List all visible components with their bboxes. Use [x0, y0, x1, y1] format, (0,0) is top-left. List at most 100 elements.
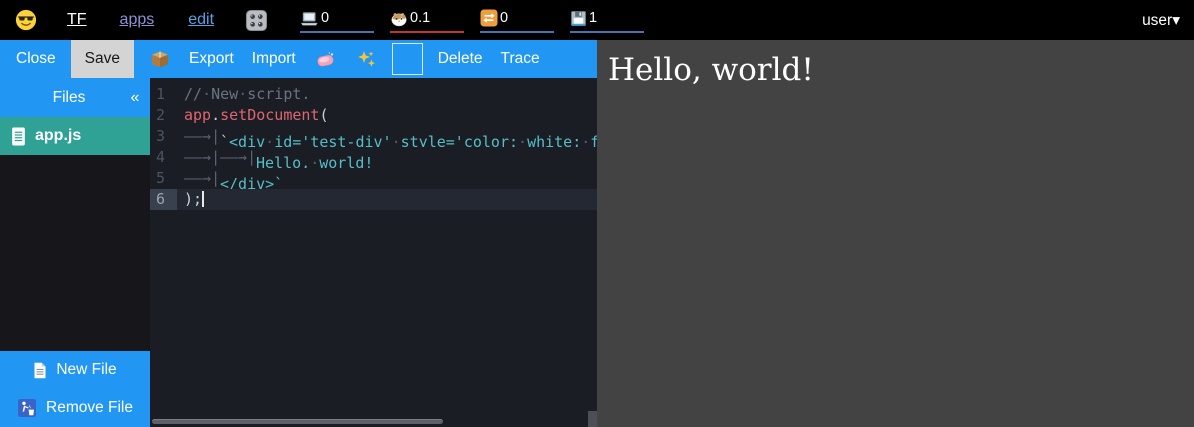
delete-button[interactable]: Delete — [435, 40, 486, 78]
code-line[interactable]: 3——→|`<div·id='test-div'·style='color:·w… — [150, 126, 597, 147]
nav-link-edit[interactable]: edit — [188, 11, 214, 29]
code-line[interactable]: 5——→|</div>` — [150, 168, 597, 189]
hamster-icon — [390, 10, 408, 27]
code-token: <div — [229, 133, 265, 147]
stat-value-repeat: 0 — [500, 10, 508, 26]
file-name: app.js — [35, 127, 81, 145]
new-file-label: New File — [56, 361, 116, 379]
files-title: Files — [18, 89, 120, 107]
code-token: · — [581, 133, 590, 147]
collapse-sidebar-button[interactable]: « — [120, 89, 150, 107]
soap-icon-button[interactable] — [311, 40, 340, 78]
file-item-appjs[interactable]: app.js — [0, 117, 150, 155]
code-token: · — [518, 133, 527, 147]
litter-bin-icon — [17, 398, 37, 418]
code-token: script. — [247, 85, 310, 103]
empty-toolbar-button[interactable] — [392, 43, 423, 75]
code-text: ——→|`<div·id='test-div'·style='color:·wh… — [177, 126, 597, 147]
horizontal-scrollbar[interactable] — [152, 419, 443, 424]
code-editor[interactable]: 1//·New·script.2app.setDocument(3——→|`<d… — [150, 78, 597, 427]
code-token: · — [392, 133, 401, 147]
code-token: New — [211, 85, 238, 103]
files-header: Files « — [0, 78, 150, 117]
stat-value-laptop: 0 — [321, 10, 329, 26]
code-token: ——→| — [184, 168, 220, 189]
stat-value-hamster: 0.1 — [410, 10, 430, 26]
new-file-button[interactable]: New File — [0, 351, 150, 389]
code-token: // — [184, 85, 202, 103]
stat-value-floppy: 1 — [589, 10, 597, 26]
new-file-icon — [33, 362, 47, 379]
code-token: id='test-div' — [274, 133, 391, 147]
laptop-icon — [300, 10, 319, 27]
top-bar: TF apps edit 0 0.1 — [0, 0, 1194, 40]
code-lines: 1//·New·script.2app.setDocument(3——→|`<d… — [150, 78, 597, 210]
trace-button[interactable]: Trace — [498, 40, 543, 78]
code-token: setDocument — [220, 106, 319, 124]
sunglasses-emoji-icon — [15, 9, 37, 31]
code-token: ——→| — [220, 147, 256, 168]
code-line[interactable]: 1//·New·script. — [150, 84, 597, 105]
stat-field-floppy[interactable]: 1 — [570, 7, 644, 33]
export-button[interactable]: Export — [186, 40, 237, 78]
floppy-icon — [570, 10, 587, 27]
code-token: f — [590, 133, 597, 147]
import-button[interactable]: Import — [249, 40, 299, 78]
user-menu[interactable]: user▾ — [1142, 11, 1180, 30]
line-number: 3 — [150, 126, 177, 147]
code-text: ——→|——→|Hello,·world! — [177, 147, 597, 168]
code-text: ——→|</div>` — [177, 168, 597, 189]
sidebar-empty-space — [0, 155, 150, 351]
package-icon-button[interactable] — [146, 40, 174, 78]
code-line[interactable]: 2app.setDocument( — [150, 105, 597, 126]
stat-field-repeat[interactable]: 0 — [480, 7, 554, 33]
stat-field-laptop[interactable]: 0 — [300, 7, 374, 33]
code-token: ——→| — [184, 147, 220, 168]
editor-toolbar: Close Save Export Import — [0, 40, 597, 78]
stat-field-hamster[interactable]: 0.1 — [390, 7, 464, 33]
file-doc-icon — [11, 127, 26, 146]
line-number: 4 — [150, 147, 177, 168]
close-button[interactable]: Close — [13, 40, 59, 78]
preview-hello-text: Hello, world! — [597, 40, 1194, 100]
code-token: app — [184, 106, 211, 124]
preview-panel: Hello, world! — [597, 40, 1194, 427]
code-token: ——→| — [184, 126, 220, 147]
code-token: ( — [319, 106, 328, 124]
code-token: · — [265, 133, 274, 147]
files-sidebar: Files « app.js N — [0, 78, 150, 427]
sparkles-icon — [356, 49, 376, 69]
code-text: //·New·script. — [177, 84, 597, 105]
text-cursor — [202, 191, 204, 207]
save-button[interactable]: Save — [71, 40, 134, 78]
repeat-icon — [480, 9, 498, 27]
ide-column: Close Save Export Import — [0, 40, 597, 427]
code-token: Hello, — [256, 154, 310, 168]
line-number: 2 — [150, 105, 177, 126]
dice-icon[interactable] — [245, 9, 268, 32]
code-token: ` — [220, 133, 229, 147]
nav-link-tf[interactable]: TF — [67, 11, 87, 29]
sparkles-icon-button[interactable] — [352, 40, 380, 78]
code-text: app.setDocument( — [177, 105, 597, 126]
code-token: · — [310, 154, 319, 168]
code-text: ); — [177, 189, 597, 210]
line-number: 6 — [150, 189, 177, 210]
code-token: white; — [527, 133, 581, 147]
soap-icon — [315, 51, 336, 68]
scrollbar-corner — [588, 411, 597, 427]
code-token: · — [238, 85, 247, 103]
code-token: . — [211, 106, 220, 124]
code-token: · — [202, 85, 211, 103]
nav-link-apps[interactable]: apps — [120, 11, 155, 29]
code-token: world! — [319, 154, 373, 168]
code-token: ); — [184, 190, 202, 208]
line-number: 1 — [150, 84, 177, 105]
workbody: Files « app.js N — [0, 78, 597, 427]
code-line[interactable]: 4——→|——→|Hello,·world! — [150, 147, 597, 168]
code-line[interactable]: 6); — [150, 189, 597, 210]
package-icon — [150, 50, 170, 69]
code-token: </div>` — [220, 175, 283, 189]
remove-file-label: Remove File — [46, 399, 133, 417]
remove-file-button[interactable]: Remove File — [0, 389, 150, 427]
